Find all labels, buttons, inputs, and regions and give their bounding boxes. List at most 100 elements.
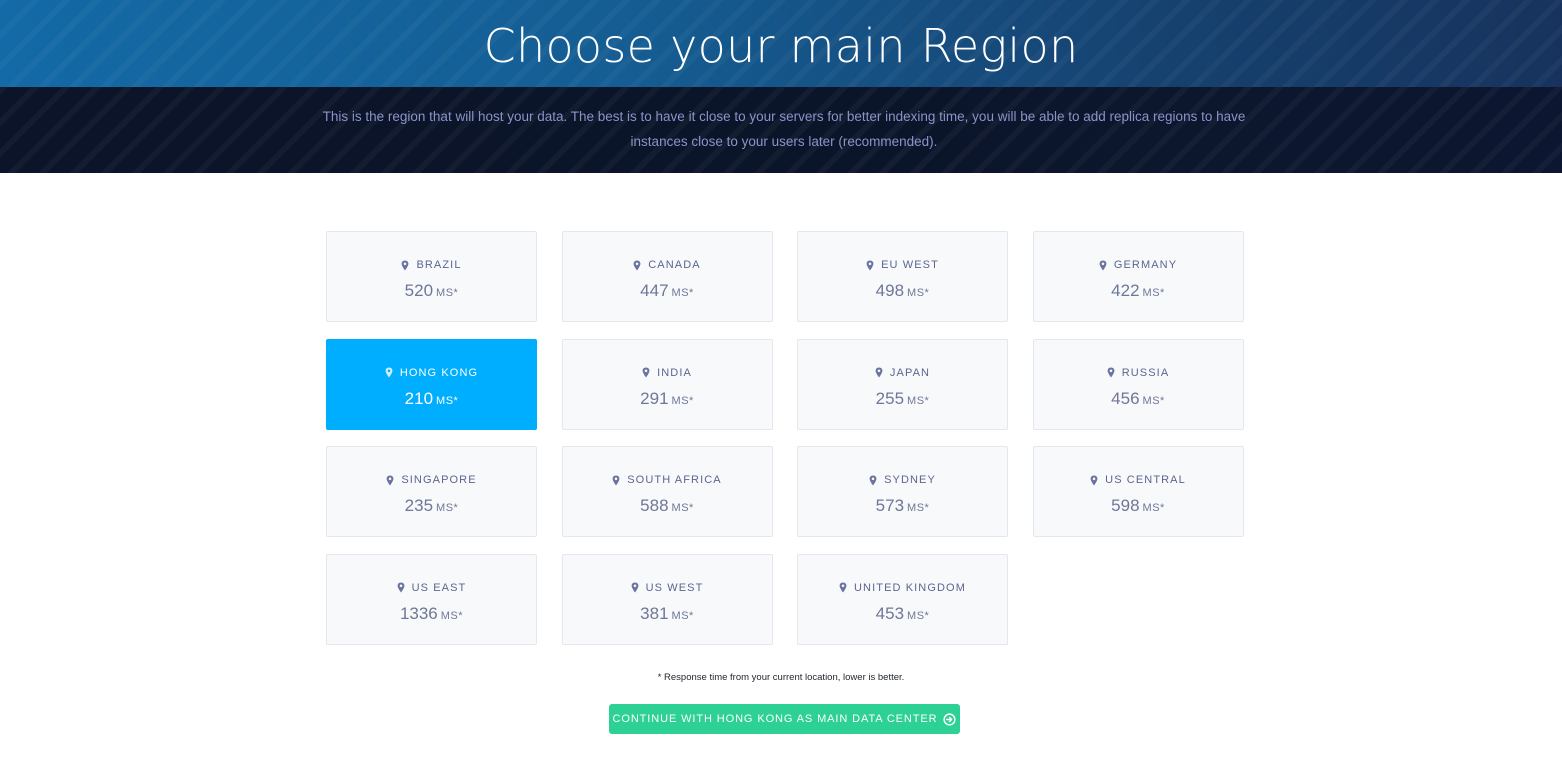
region-card-us-central[interactable]: US CENTRAL 598 MS*	[1032, 446, 1244, 537]
latency-value: 1336	[399, 603, 438, 623]
page-description: This is the region that will host your d…	[322, 109, 1246, 149]
continue-button[interactable]: CONTINUE WITH HONG KONG AS MAIN DATA CEN…	[609, 704, 960, 734]
latency-unit: MS*	[907, 394, 930, 407]
map-pin-icon	[385, 367, 393, 378]
region-name: SOUTH AFRICA	[627, 474, 722, 486]
latency-value: 255	[875, 388, 905, 408]
region-name: CANADA	[648, 259, 701, 271]
map-pin-icon	[1099, 260, 1107, 271]
region-name-row: EU WEST	[798, 257, 1007, 273]
region-card-singapore[interactable]: SINGAPORE 235 MS*	[326, 446, 537, 537]
region-latency: 456 MS*	[1034, 389, 1243, 409]
region-name: US WEST	[645, 581, 704, 594]
region-card-united-kingdom[interactable]: UNITED KINGDOM 453 MS*	[797, 553, 1008, 645]
region-name-row: US WEST	[563, 580, 772, 596]
region-name: GERMANY	[1113, 259, 1178, 271]
latency-value: 598	[1111, 496, 1140, 515]
region-card-brazil[interactable]: BRAZIL 520 MS*	[326, 231, 537, 322]
latency-unit: MS*	[671, 502, 694, 514]
latency-unit: MS*	[436, 287, 459, 299]
region-card-eu-west[interactable]: EU WEST 498 MS*	[797, 231, 1008, 322]
region-name-row: SOUTH AFRICA	[563, 472, 772, 488]
latency-footnote: * Response time from your current locati…	[657, 672, 905, 683]
map-pin-icon	[869, 475, 877, 486]
region-latency: 588 MS*	[563, 496, 772, 516]
region-latency: 422 MS*	[1034, 281, 1243, 301]
region-name: HONG KONG	[399, 366, 479, 379]
map-pin-icon	[401, 260, 409, 271]
region-card-south-africa[interactable]: SOUTH AFRICA 588 MS*	[561, 446, 773, 537]
latency-value: 381	[640, 603, 669, 623]
region-latency: 1336 MS*	[327, 604, 536, 624]
region-latency: 235 MS*	[327, 496, 536, 516]
latency-unit: MS*	[907, 609, 930, 622]
region-name-row: GERMANY	[1034, 257, 1243, 273]
region-latency: 291 MS*	[563, 389, 772, 409]
latency-unit: MS*	[1142, 394, 1165, 407]
map-pin-icon	[839, 582, 847, 593]
region-card-sydney[interactable]: SYDNEY 573 MS*	[797, 446, 1008, 537]
region-name: BRAZIL	[416, 259, 462, 271]
latency-unit: MS*	[671, 287, 694, 299]
region-grid: BRAZIL 520 MS* CANADA 447 MS* EU WEST 498 MS* GER…	[326, 231, 1244, 645]
region-name: UNITED KINGDOM	[854, 581, 966, 594]
map-pin-icon	[386, 475, 394, 486]
region-latency: 255 MS*	[798, 389, 1007, 409]
region-card-us-east[interactable]: US EAST 1336 MS*	[326, 553, 537, 645]
region-card-india[interactable]: INDIA 291 MS*	[561, 338, 773, 430]
region-name: US EAST	[411, 581, 467, 594]
page-title: Choose your main Region	[483, 19, 1079, 73]
region-name-row: US CENTRAL	[1034, 472, 1243, 488]
region-name: RUSSIA	[1121, 366, 1170, 379]
region-card-canada[interactable]: CANADA 447 MS*	[561, 231, 773, 322]
map-pin-icon	[642, 367, 650, 378]
latency-value: 498	[875, 281, 905, 300]
region-name: INDIA	[657, 366, 692, 379]
region-card-us-west[interactable]: US WEST 381 MS*	[561, 553, 773, 645]
map-pin-icon	[612, 475, 620, 486]
region-name-row: HONG KONG	[327, 365, 536, 381]
latency-value: 573	[875, 496, 905, 515]
region-name: US CENTRAL	[1105, 474, 1186, 486]
region-latency: 573 MS*	[798, 496, 1007, 516]
latency-value: 588	[640, 496, 669, 515]
latency-value: 456	[1111, 388, 1140, 408]
region-name-row: UNITED KINGDOM	[798, 580, 1007, 596]
region-latency: 447 MS*	[563, 281, 772, 301]
region-name: SYDNEY	[884, 474, 936, 486]
latency-unit: MS*	[671, 609, 694, 622]
latency-unit: MS*	[1142, 502, 1165, 514]
latency-unit: MS*	[436, 394, 459, 407]
map-pin-icon	[875, 367, 883, 378]
latency-unit: MS*	[907, 502, 930, 514]
region-card-japan[interactable]: JAPAN 255 MS*	[797, 338, 1008, 430]
map-pin-icon	[633, 260, 641, 271]
continue-button-label: CONTINUE WITH HONG KONG AS MAIN DATA CEN…	[612, 713, 938, 725]
region-name-row: INDIA	[563, 365, 772, 381]
region-card-germany[interactable]: GERMANY 422 MS*	[1032, 231, 1244, 322]
map-pin-icon	[866, 260, 874, 271]
region-name-row: US EAST	[327, 580, 536, 596]
region-latency: 498 MS*	[798, 281, 1007, 301]
region-name: JAPAN	[889, 366, 931, 379]
region-name-row: CANADA	[563, 257, 772, 273]
region-card-russia[interactable]: RUSSIA 456 MS*	[1032, 338, 1244, 430]
region-name-row: BRAZIL	[327, 257, 536, 273]
arrow-right-circle-icon	[943, 712, 957, 726]
latency-value: 447	[640, 281, 669, 300]
map-pin-icon	[397, 582, 405, 593]
latency-value: 235	[404, 496, 434, 515]
latency-value: 210	[404, 388, 434, 408]
latency-unit: MS*	[907, 287, 930, 299]
region-name: EU WEST	[881, 259, 939, 271]
region-card-hong-kong[interactable]: HONG KONG 210 MS*	[326, 338, 537, 430]
latency-value: 520	[404, 281, 434, 300]
map-pin-icon	[631, 582, 639, 593]
page-description-bar: This is the region that will host your d…	[0, 87, 1562, 173]
region-name: SINGAPORE	[401, 474, 477, 486]
page-header: Choose your main Region	[0, 0, 1562, 87]
map-pin-icon	[1090, 475, 1098, 486]
region-latency: 381 MS*	[563, 604, 772, 624]
region-name-row: RUSSIA	[1034, 365, 1243, 381]
latency-value: 291	[640, 388, 669, 408]
